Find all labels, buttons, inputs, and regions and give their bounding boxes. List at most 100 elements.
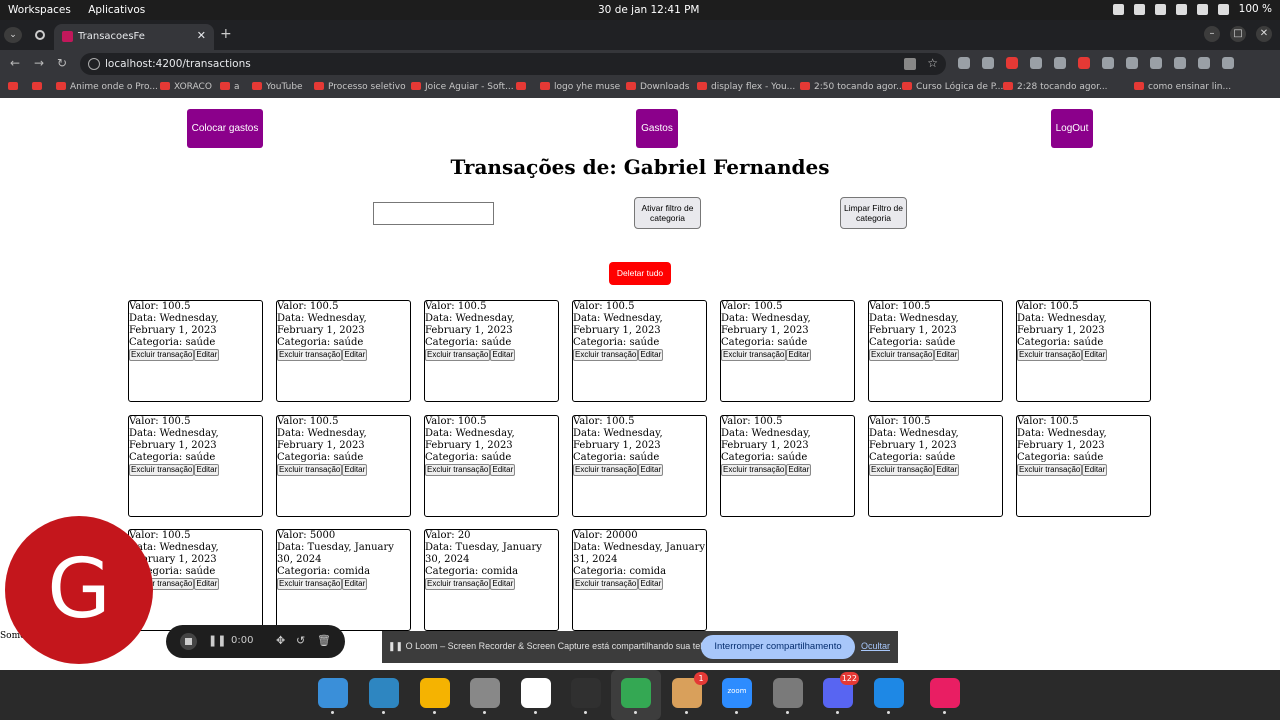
excluir-transacao-button[interactable]: Excluir transação [277,349,343,361]
bookmark-item[interactable] [32,82,46,92]
site-info-icon[interactable] [88,58,100,70]
drawing-tools-icon[interactable]: ✥ [276,634,285,647]
downloads-icon[interactable] [1150,57,1162,69]
excluir-transacao-button[interactable]: Excluir transação [573,578,639,590]
editar-button[interactable]: Editar [1082,464,1108,476]
bookmark-star-icon[interactable]: ☆ [927,56,938,70]
excluir-transacao-button[interactable]: Excluir transação [277,464,343,476]
clock[interactable]: 30 de jan 12:41 PM [598,4,700,16]
extensions-puzzle-icon[interactable] [1102,57,1114,69]
excluir-transacao-button[interactable]: Excluir transação [869,464,935,476]
excluir-transacao-button[interactable]: Excluir transação [277,578,343,590]
profile-avatar-icon[interactable] [1198,57,1210,69]
dock-terminal-icon[interactable] [571,678,601,714]
dock-vscode-icon[interactable] [874,678,904,714]
dock-apps-grid-icon[interactable] [420,678,450,714]
maximize-icon[interactable]: □ [1230,26,1246,42]
category-filter-input[interactable] [373,202,494,225]
excluir-transacao-button[interactable]: Excluir transação [869,349,935,361]
editar-button[interactable]: Editar [194,464,220,476]
close-window-icon[interactable]: ✕ [1256,26,1272,42]
dock-screenshot-app-icon[interactable] [369,678,399,714]
extension-icon[interactable] [1054,57,1066,69]
side-panel-icon[interactable] [1174,57,1186,69]
loom-extension-icon[interactable] [1078,57,1090,69]
editar-button[interactable]: Editar [342,578,368,590]
editar-button[interactable]: Editar [490,464,516,476]
excluir-transacao-button[interactable]: Excluir transação [573,349,639,361]
ativar-filtro-button[interactable]: Ativar filtro de categoria [634,197,701,229]
webcam-avatar[interactable]: G [5,516,153,664]
deletar-tudo-button[interactable]: Deletar tudo [609,262,671,285]
bookmark-item[interactable]: a [220,82,240,92]
dock-discord-icon[interactable]: 122 [823,672,859,714]
editar-button[interactable]: Editar [786,464,812,476]
volume-icon[interactable] [1196,3,1208,15]
menu-kebab-icon[interactable] [1222,57,1234,69]
bookmark-item[interactable]: Curso Lógica de P... [902,82,1003,92]
restart-icon[interactable]: ↺ [296,634,305,647]
url-text[interactable]: localhost:4200/transactions [105,58,251,70]
bookmark-item[interactable]: Downloads [626,82,689,92]
limpar-filtro-button[interactable]: Limpar Filtro de categoria [840,197,907,229]
bookmark-item[interactable]: XORACO [160,82,212,92]
excluir-transacao-button[interactable]: Excluir transação [1017,464,1083,476]
forward-icon[interactable]: → [34,56,44,70]
stop-recording-icon[interactable] [180,633,197,650]
hide-link[interactable]: Ocultar [861,641,890,651]
excluir-transacao-button[interactable]: Excluir transação [425,578,491,590]
bookmark-item[interactable]: 2:28 tocando agor... [1003,82,1108,92]
editar-button[interactable]: Editar [638,578,664,590]
bookmark-item[interactable]: Joice Aguiar - Soft... [411,82,514,92]
pause-icon[interactable]: ❚❚ [208,634,226,647]
tab-search-icon[interactable]: ⌄ [4,27,22,43]
dock-slack-icon[interactable] [521,678,551,714]
excluir-transacao-button[interactable]: Excluir transação [573,464,639,476]
editar-button[interactable]: Editar [638,464,664,476]
minimize-icon[interactable]: – [1204,26,1220,42]
editar-button[interactable]: Editar [194,349,220,361]
bookmark-item[interactable]: display flex - You... [697,82,795,92]
editar-button[interactable]: Editar [934,349,960,361]
bookmark-item[interactable]: logo yhe muse [540,82,620,92]
bookmark-item[interactable] [8,82,22,92]
editar-button[interactable]: Editar [342,464,368,476]
dock-intellij-icon[interactable] [930,678,960,714]
chrome-tray-icon[interactable] [1133,3,1145,15]
editar-button[interactable]: Editar [786,349,812,361]
workspace-indicator-icon[interactable] [1112,3,1124,15]
close-tab-icon[interactable]: ✕ [197,29,206,42]
apps-menu-button[interactable]: Aplicativos [88,4,145,16]
workspaces-button[interactable]: Workspaces [8,4,71,16]
excluir-transacao-button[interactable]: Excluir transação [129,349,195,361]
extension-icon[interactable] [1006,57,1018,69]
extension-icon[interactable] [1030,57,1042,69]
excluir-transacao-button[interactable]: Excluir transação [425,349,491,361]
extension-icon[interactable] [958,57,970,69]
wifi-icon[interactable] [1175,3,1187,15]
gastos-button[interactable]: Gastos [636,109,678,148]
editar-button[interactable]: Editar [490,349,516,361]
dock-zoom-icon[interactable]: zoom [722,678,752,714]
cast-icon[interactable] [1126,57,1138,69]
dock-settings-icon[interactable] [773,678,803,714]
discord-tray-icon[interactable] [1154,3,1166,15]
excluir-transacao-button[interactable]: Excluir transação [721,464,787,476]
dock-chrome-icon[interactable] [621,678,651,714]
new-tab-icon[interactable]: + [220,26,232,42]
bookmark-item[interactable] [516,82,530,92]
translate-icon[interactable] [904,58,916,70]
dock-files-icon[interactable] [470,678,500,714]
reload-icon[interactable]: ↻ [57,56,67,70]
back-icon[interactable]: ← [10,56,20,70]
dock-archive-icon[interactable]: 1 [672,672,708,714]
dock-search-app-icon[interactable] [318,678,348,714]
trash-icon[interactable]: 🗑 [317,634,331,647]
editar-button[interactable]: Editar [490,578,516,590]
tab-transacoesfe[interactable]: TransacoesFe ✕ [54,24,214,50]
colocar-gastos-button[interactable]: Colocar gastos [187,109,263,148]
editar-button[interactable]: Editar [638,349,664,361]
editar-button[interactable]: Editar [194,578,220,590]
logout-button[interactable]: LogOut [1051,109,1093,148]
editar-button[interactable]: Editar [342,349,368,361]
